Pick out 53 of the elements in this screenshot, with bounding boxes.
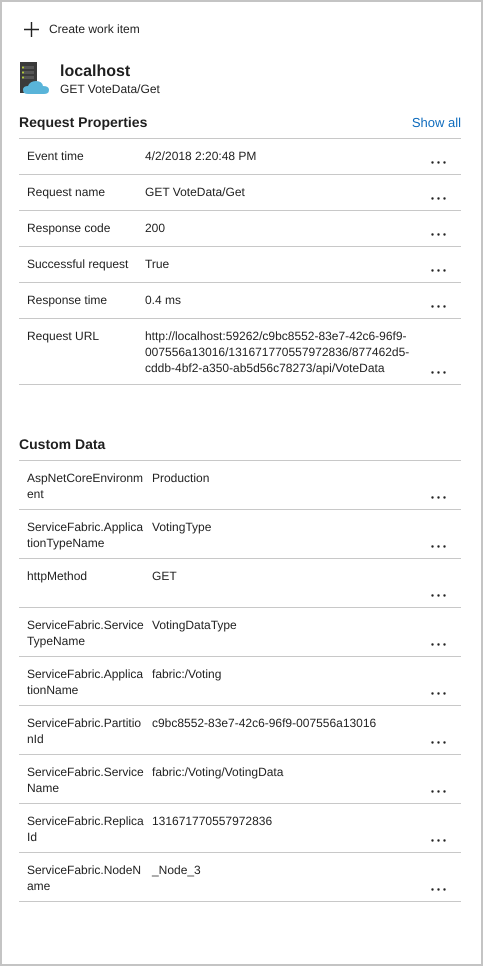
property-name: ServiceFabric.ReplicaId xyxy=(26,813,145,846)
show-all-link[interactable]: Show all xyxy=(412,112,461,132)
property-name: Response code xyxy=(26,220,112,237)
resource-subtitle: GET VoteData/Get xyxy=(60,82,160,97)
property-name: Request URL xyxy=(26,328,100,345)
property-name: ServiceFabric.ApplicationName xyxy=(26,666,144,699)
property-name: ServiceFabric.PartitionId xyxy=(26,715,142,748)
property-name: ServiceFabric.ServiceName xyxy=(26,764,145,797)
more-icon[interactable] xyxy=(430,545,446,548)
property-value: 0.4 ms xyxy=(145,292,182,309)
more-icon[interactable] xyxy=(430,692,446,695)
property-value: True xyxy=(145,256,170,273)
property-name: Successful request xyxy=(26,256,130,273)
more-icon[interactable] xyxy=(430,305,446,308)
section-heading: Request Properties xyxy=(19,113,148,132)
more-icon[interactable] xyxy=(430,197,446,200)
property-value: 4/2/2018 2:20:48 PM xyxy=(145,148,258,165)
property-name: Response time xyxy=(26,292,108,309)
property-value: VotingDataType xyxy=(152,617,238,634)
more-icon[interactable] xyxy=(430,371,446,374)
more-icon[interactable] xyxy=(430,790,446,793)
more-icon[interactable] xyxy=(430,496,446,499)
property-value: GET xyxy=(152,568,178,585)
more-icon[interactable] xyxy=(430,233,446,236)
more-icon[interactable] xyxy=(430,594,446,597)
property-name: Event time xyxy=(26,148,85,165)
property-name: ServiceFabric.NodeName xyxy=(26,862,142,895)
property-name: AspNetCoreEnvironment xyxy=(26,470,144,503)
property-name: ServiceFabric.ApplicationTypeName xyxy=(26,519,144,552)
property-value: fabric:/Voting/VotingData xyxy=(152,764,284,781)
property-value: GET VoteData/Get xyxy=(145,184,246,201)
create-work-item-button[interactable]: Create work item xyxy=(19,20,140,38)
property-name: Request name xyxy=(26,184,106,201)
plus-icon xyxy=(24,22,39,36)
property-name: httpMethod xyxy=(26,568,88,585)
property-value: fabric:/Voting xyxy=(152,666,222,683)
more-icon[interactable] xyxy=(430,741,446,744)
property-value: Production xyxy=(152,470,210,487)
property-name: ServiceFabric.ServiceTypeName xyxy=(26,617,145,650)
section-heading: Custom Data xyxy=(19,435,106,454)
server-cloud-icon xyxy=(19,62,50,95)
property-value: _Node_3 xyxy=(152,862,202,879)
more-icon[interactable] xyxy=(430,839,446,842)
property-value: http://localhost:59262/c9bc8552-83e7-42c6-96f9-007556a13016/131671770557972836/877462d5-cddb-4bf2-a350-ab5d56c78273/api/VoteData xyxy=(145,328,410,377)
more-icon[interactable] xyxy=(430,269,446,272)
more-icon[interactable] xyxy=(430,161,446,164)
property-value: 200 xyxy=(145,220,166,237)
more-icon[interactable] xyxy=(430,888,446,891)
resource-title: localhost xyxy=(60,62,132,82)
more-icon[interactable] xyxy=(430,643,446,646)
property-value: 131671770557972836 xyxy=(152,813,274,830)
property-value: VotingType xyxy=(152,519,212,536)
property-value: c9bc8552-83e7-42c6-96f9-007556a13016 xyxy=(152,715,378,732)
